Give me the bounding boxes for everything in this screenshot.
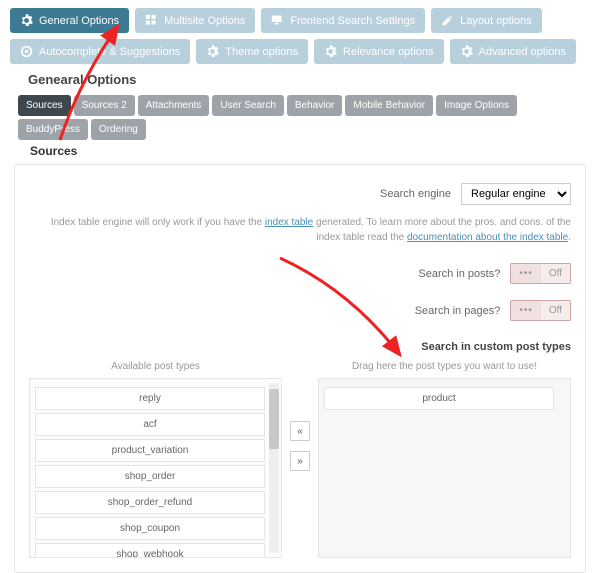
top-tab-relevance-options[interactable]: Relevance options: [314, 39, 444, 64]
index-table-note: Index table engine will only work if you…: [29, 213, 571, 255]
sub-tab-mobile-behavior[interactable]: Mobile Behavior: [345, 95, 433, 116]
screen-icon: [271, 14, 284, 27]
index-table-link[interactable]: index table: [265, 217, 313, 228]
gear-icon: [460, 45, 473, 58]
toggle-handle-icon: •••: [511, 264, 541, 283]
selected-title: Drag here the post types you want to use…: [318, 361, 571, 378]
sub-tab-sources[interactable]: Sources: [18, 95, 71, 116]
selected-list[interactable]: product: [318, 378, 571, 558]
sub-tabs: SourcesSources 2AttachmentsUser SearchBe…: [0, 95, 600, 140]
gear-icon: [206, 45, 219, 58]
sub-tab-behavior[interactable]: Behavior: [287, 95, 342, 116]
search-posts-label: Search in posts?: [418, 268, 500, 280]
tab-label: Layout options: [460, 15, 532, 27]
panel-sources: Search engine Regular engine Index table…: [14, 164, 586, 573]
sub-tab-sources-2[interactable]: Sources 2: [74, 95, 135, 116]
list-item[interactable]: product_variation: [35, 439, 265, 462]
top-tab-frontend-search-settings[interactable]: Frontend Search Settings: [261, 8, 425, 33]
scrollbar-thumb[interactable]: [269, 389, 279, 449]
top-tab-autocomplete-suggestions[interactable]: Autocomplete & Suggestions: [10, 39, 190, 64]
search-engine-label: Search engine: [380, 188, 451, 200]
tab-label: Multisite Options: [164, 15, 245, 27]
tab-label: Theme options: [225, 46, 298, 58]
tab-label: General Options: [39, 15, 119, 27]
search-engine-select[interactable]: Regular engine: [461, 183, 571, 205]
search-pages-toggle[interactable]: ••• Off: [510, 300, 571, 321]
toggle-handle-icon: •••: [511, 301, 541, 320]
list-item[interactable]: reply: [35, 387, 265, 410]
move-left-button[interactable]: «: [290, 421, 310, 441]
gear-icon: [20, 14, 33, 27]
target-icon: [20, 45, 33, 58]
list-item[interactable]: shop_order_refund: [35, 491, 265, 514]
available-list[interactable]: reply acf product_variation shop_order shop_…: [29, 378, 282, 558]
top-tab-advanced-options[interactable]: Advanced options: [450, 39, 576, 64]
tab-label: Frontend Search Settings: [290, 15, 415, 27]
sub-tab-buddypress[interactable]: BuddyPress: [18, 119, 88, 140]
search-pages-label: Search in pages?: [415, 305, 501, 317]
move-right-button[interactable]: »: [290, 451, 310, 471]
sub-tab-image-options[interactable]: Image Options: [436, 95, 517, 116]
gear-icon: [324, 45, 337, 58]
available-title: Available post types: [29, 361, 282, 378]
sub-tab-user-search[interactable]: User Search: [212, 95, 284, 116]
tab-label: Relevance options: [343, 46, 434, 58]
tab-label: Advanced options: [479, 46, 566, 58]
sub-tab-attachments[interactable]: Attachments: [138, 95, 210, 116]
search-posts-toggle[interactable]: ••• Off: [510, 263, 571, 284]
sub-tab-ordering[interactable]: Ordering: [91, 119, 146, 140]
tab-label: Autocomplete & Suggestions: [39, 46, 180, 58]
top-tab-layout-options[interactable]: Layout options: [431, 8, 542, 33]
pencil-icon: [441, 14, 454, 27]
list-item[interactable]: shop_webhook: [35, 543, 265, 558]
scrollbar[interactable]: [269, 383, 279, 553]
top-tab-multisite-options[interactable]: Multisite Options: [135, 8, 255, 33]
list-item[interactable]: product: [324, 387, 554, 410]
index-table-doc-link[interactable]: documentation about the index table: [407, 232, 568, 243]
list-item[interactable]: acf: [35, 413, 265, 436]
list-item[interactable]: shop_order: [35, 465, 265, 488]
top-tab-general-options[interactable]: General Options: [10, 8, 129, 33]
sub-section-title: Sources: [0, 140, 600, 160]
grid-icon: [145, 14, 158, 27]
cpt-heading: Search in custom post types: [29, 329, 571, 361]
section-title: Genearal Options: [0, 66, 600, 95]
top-tab-theme-options[interactable]: Theme options: [196, 39, 308, 64]
list-item[interactable]: shop_coupon: [35, 517, 265, 540]
